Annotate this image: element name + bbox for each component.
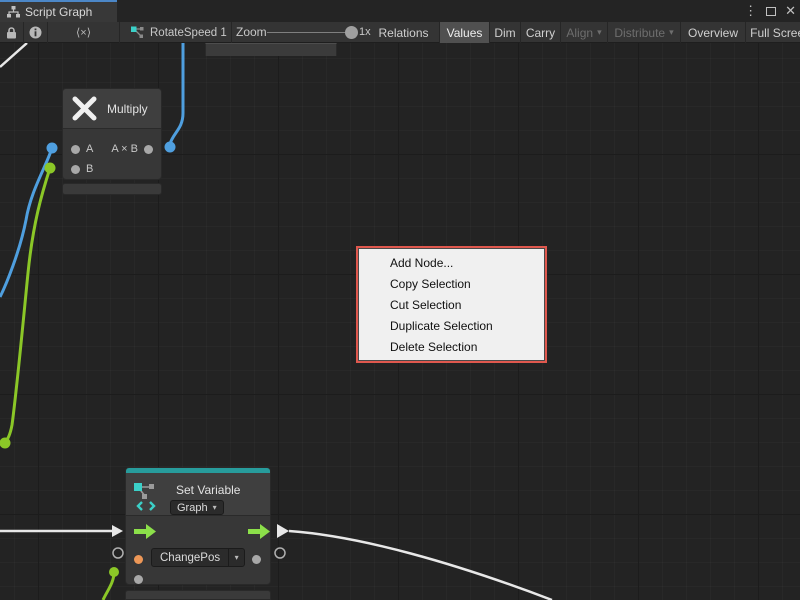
code-icon: ⟨×⟩ — [76, 26, 91, 39]
node-title: Multiply — [107, 102, 148, 116]
title-bar: Script Graph ⋮ ✕ — [0, 0, 800, 22]
value-port[interactable] — [134, 575, 143, 584]
set-variable-node-footer — [125, 590, 271, 600]
maximize-icon[interactable] — [766, 7, 776, 16]
chevron-down-icon: ▾ — [228, 549, 244, 566]
zoom-slider-thumb[interactable] — [345, 26, 358, 39]
context-menu: Add Node... Copy Selection Cut Selection… — [356, 246, 547, 363]
output-port[interactable] — [252, 555, 261, 564]
graph-toolbar: ⟨×⟩ RotateSpeed 1 Zoom 1x Relations Valu… — [0, 22, 800, 43]
values-button[interactable]: Values — [440, 22, 490, 43]
variable-scope-dropdown[interactable]: Graph ▾ — [170, 500, 224, 515]
script-graph-window: Script Graph ⋮ ✕ ⟨×⟩ — [0, 0, 800, 600]
context-menu-item-delete[interactable]: Delete Selection — [358, 337, 545, 358]
flow-in-arrow[interactable] — [134, 524, 158, 539]
tab-script-graph[interactable]: Script Graph — [0, 0, 117, 22]
port-label: A × B — [111, 143, 138, 155]
graph-node-icon — [130, 26, 144, 39]
multiply-row-b: B — [63, 159, 161, 179]
context-menu-item-add-node[interactable]: Add Node... — [358, 253, 545, 274]
overview-button[interactable]: Overview — [681, 22, 746, 43]
chevron-down-icon: ▾ — [669, 27, 674, 38]
variable-name-row: ChangePos ▾ — [126, 548, 270, 570]
node-title: Set Variable — [176, 483, 240, 497]
wire-endpoint-green[interactable] — [109, 567, 119, 577]
context-menu-item-cut[interactable]: Cut Selection — [358, 295, 545, 316]
multiply-node-header[interactable]: Multiply — [63, 89, 161, 129]
graph-selector[interactable]: RotateSpeed 1 — [120, 22, 232, 43]
lock-icon — [6, 27, 17, 39]
input-port-a[interactable] — [71, 145, 80, 154]
window-menu-icon[interactable]: ⋮ — [744, 0, 757, 22]
code-view-button[interactable]: ⟨×⟩ — [48, 22, 120, 43]
variable-name-dropdown[interactable]: ChangePos ▾ — [151, 548, 245, 567]
zoom-slider[interactable] — [267, 32, 352, 33]
wire-blue-left — [0, 148, 52, 297]
wire-endpoint-blue[interactable] — [165, 142, 176, 153]
set-variable-icon — [132, 481, 162, 511]
value-ring — [275, 548, 285, 558]
chevron-down-icon: ▾ — [597, 27, 602, 38]
multiply-icon — [71, 95, 98, 122]
info-button[interactable] — [24, 22, 48, 43]
multiply-node[interactable]: Multiply A A × B B — [62, 88, 162, 180]
wire-white-topleft — [0, 43, 27, 67]
graph-selector-label: RotateSpeed 1 — [150, 27, 227, 39]
wire-white-out — [289, 531, 552, 600]
wire-endpoint-green[interactable] — [45, 163, 56, 174]
script-graph-icon — [7, 6, 20, 18]
graph-canvas[interactable]: Multiply A A × B B — [0, 43, 800, 600]
multiply-node-footer — [62, 183, 162, 195]
distribute-button[interactable]: Distribute ▾ — [608, 22, 681, 43]
tab-title: Script Graph — [25, 5, 92, 19]
wire-blue-up — [170, 43, 183, 144]
wire-arrowhead — [277, 524, 289, 538]
output-port[interactable] — [144, 145, 153, 154]
wire-endpoint-blue[interactable] — [47, 143, 58, 154]
info-icon — [29, 26, 42, 39]
chevron-down-icon: ▾ — [213, 503, 217, 512]
set-variable-node[interactable]: Set Variable Graph ▾ ChangePos ▾ — [125, 467, 271, 585]
wire-arrowhead — [112, 525, 123, 537]
relations-button[interactable]: Relations — [368, 22, 440, 43]
flow-row — [126, 521, 270, 543]
value-port-row — [126, 570, 270, 588]
input-port-b[interactable] — [71, 165, 80, 174]
port-label: A — [86, 143, 93, 155]
wire-endpoint-green[interactable] — [0, 438, 11, 449]
full-screen-button[interactable]: Full Screen — [746, 22, 800, 43]
context-menu-item-duplicate[interactable]: Duplicate Selection — [358, 316, 545, 337]
value-ring — [113, 548, 123, 558]
lock-button[interactable] — [0, 22, 24, 43]
set-variable-header[interactable]: Set Variable Graph ▾ — [126, 473, 270, 516]
dim-button[interactable]: Dim — [490, 22, 521, 43]
align-button[interactable]: Align ▾ — [561, 22, 608, 43]
zoom-label: Zoom — [236, 25, 267, 39]
port-label: B — [86, 163, 93, 175]
flow-out-arrow[interactable] — [248, 524, 272, 539]
close-icon[interactable]: ✕ — [785, 0, 796, 22]
multiply-row-a: A A × B — [63, 139, 161, 159]
partial-node-top[interactable] — [205, 43, 337, 56]
carry-button[interactable]: Carry — [521, 22, 561, 43]
context-menu-item-copy[interactable]: Copy Selection — [358, 274, 545, 295]
name-port[interactable] — [134, 555, 143, 564]
